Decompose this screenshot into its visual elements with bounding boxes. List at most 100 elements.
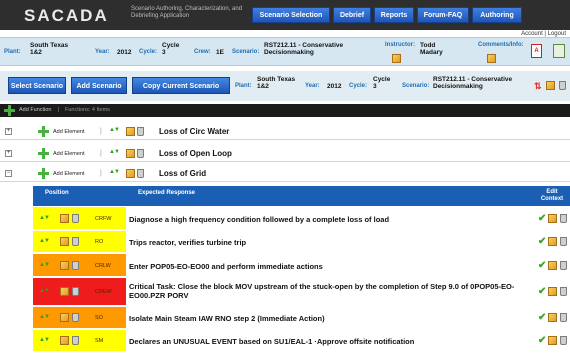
nav-debrief[interactable]: Debrief (333, 7, 371, 23)
edit-response-pencil-icon[interactable] (60, 336, 69, 345)
function-toolbar: Add Function | Functions: 4 Items (0, 104, 570, 117)
check-icon[interactable]: ✔ (538, 312, 546, 323)
move-up-down-arrows-icon[interactable]: ▲▼ (39, 314, 50, 320)
delete-response-trash-icon[interactable] (72, 287, 79, 296)
move-up-down-arrows-icon[interactable]: ▲▼ (109, 127, 120, 133)
response-row[interactable]: ▲▼ CREW Critical Task: Close the block MOV… (33, 278, 570, 306)
edit-comments-pencil-icon[interactable] (487, 54, 496, 63)
function-row[interactable]: + Add Element | ▲▼ Loss of Open Loop (0, 146, 570, 162)
delete-function-trash-icon[interactable] (137, 149, 144, 158)
response-row[interactable]: ▲▼ RO Trips reactor, verifies turbine trip… (33, 231, 570, 253)
add-element-plus-icon[interactable] (38, 126, 49, 137)
year-label-2: Year: (305, 83, 320, 89)
position-code: RO (95, 239, 104, 245)
move-up-down-arrows-icon[interactable]: ▲▼ (39, 215, 50, 221)
delete-function-trash-icon[interactable] (137, 169, 144, 178)
crew-value: 1E (216, 49, 224, 56)
nav-authoring[interactable]: Authoring (472, 7, 522, 23)
delete-context-trash-icon[interactable] (560, 336, 567, 345)
expected-response-text: Trips reactor, verifies turbine trip (129, 238, 247, 247)
pdf-icon[interactable]: A (531, 44, 542, 58)
edit-response-pencil-icon[interactable] (60, 313, 69, 322)
move-up-down-arrows-icon[interactable]: ▲▼ (109, 169, 120, 175)
add-element-plus-icon[interactable] (38, 148, 49, 159)
position-cell: ▲▼ RO (33, 231, 126, 252)
delete-context-trash-icon[interactable] (560, 237, 567, 246)
collapse-toggle[interactable]: − (5, 170, 12, 177)
edit-context-pencil-icon[interactable] (548, 214, 557, 223)
reorder-arrows-icon[interactable]: ⇅ (534, 81, 542, 92)
delete-response-trash-icon[interactable] (72, 336, 79, 345)
response-row[interactable]: ▲▼ SO Isolate Main Steam IAW RNO step 2 (I… (33, 307, 570, 329)
move-up-down-arrows-icon[interactable]: ▲▼ (39, 262, 50, 268)
delete-response-trash-icon[interactable] (72, 261, 79, 270)
expand-toggle[interactable]: + (5, 150, 12, 157)
spreadsheet-icon[interactable] (553, 44, 565, 58)
response-row[interactable]: ▲▼ CRFW Diagnose a high frequency conditio… (33, 207, 570, 230)
add-element-link[interactable]: Add Element (53, 129, 85, 135)
edit-context-column-header: Edit Context (540, 189, 564, 202)
move-up-down-arrows-icon[interactable]: ▲▼ (109, 149, 120, 155)
function-title: Loss of Circ Water (159, 127, 230, 136)
response-table-header: Position Expected Response Edit Context (33, 186, 570, 206)
add-function-link[interactable]: Add Function (19, 107, 51, 113)
delete-context-trash-icon[interactable] (560, 261, 567, 270)
scenario-value-2: RST212.11 - Conservative Decisionmaking (433, 76, 513, 90)
edit-instructor-pencil-icon[interactable] (392, 54, 401, 63)
edit-context-pencil-icon[interactable] (548, 237, 557, 246)
response-row[interactable]: ▲▼ CRLW Enter POP05-EO-EO00 and perform im… (33, 254, 570, 277)
app-logo: SACADA (24, 6, 109, 25)
response-row[interactable]: ▲▼ SM Declares an UNUSUAL EVENT based on S… (33, 330, 570, 352)
add-function-plus-icon[interactable] (4, 105, 15, 116)
delete-context-trash-icon[interactable] (560, 313, 567, 322)
check-icon[interactable]: ✔ (538, 335, 546, 346)
position-code: CRFW (95, 216, 112, 222)
check-icon[interactable]: ✔ (538, 286, 546, 297)
move-up-down-arrows-icon[interactable]: ▲▼ (39, 238, 50, 244)
delete-scenario-trash-icon[interactable] (559, 81, 566, 90)
nav-scenario-selection[interactable]: Scenario Selection (252, 7, 330, 23)
position-column-header: Position (45, 190, 69, 196)
add-element-link[interactable]: Add Element (53, 171, 85, 177)
edit-function-pencil-icon[interactable] (126, 149, 135, 158)
edit-function-pencil-icon[interactable] (126, 127, 135, 136)
check-icon[interactable]: ✔ (538, 260, 546, 271)
edit-context-pencil-icon[interactable] (548, 336, 557, 345)
delete-context-trash-icon[interactable] (560, 214, 567, 223)
separator: | (58, 107, 60, 113)
cycle-value-2: Cycle 3 (373, 76, 391, 90)
check-icon[interactable]: ✔ (538, 213, 546, 224)
plant-value: South Texas 1&2 (30, 42, 69, 56)
expand-toggle[interactable]: + (5, 128, 12, 135)
move-up-down-arrows-icon[interactable]: ▲▼ (39, 337, 50, 343)
edit-context-pencil-icon[interactable] (548, 287, 557, 296)
delete-function-trash-icon[interactable] (137, 127, 144, 136)
edit-response-pencil-icon[interactable] (60, 261, 69, 270)
top-header: SACADA Scenario Authoring, Characterizat… (0, 0, 570, 30)
add-scenario-button[interactable]: Add Scenario (71, 77, 127, 94)
year-value: 2012 (117, 49, 132, 56)
delete-response-trash-icon[interactable] (72, 313, 79, 322)
separator: | (100, 128, 102, 135)
instructor-label: Instructor: (385, 42, 415, 48)
delete-response-trash-icon[interactable] (72, 214, 79, 223)
edit-response-pencil-icon[interactable] (60, 214, 69, 223)
delete-context-trash-icon[interactable] (560, 287, 567, 296)
edit-function-pencil-icon[interactable] (126, 169, 135, 178)
edit-context-pencil-icon[interactable] (548, 261, 557, 270)
nav-forum-faq[interactable]: Forum-FAQ (417, 7, 469, 23)
edit-scenario-pencil-icon[interactable] (546, 81, 555, 90)
function-row[interactable]: + Add Element | ▲▼ Loss of Circ Water (0, 124, 570, 140)
copy-current-scenario-button[interactable]: Copy Current Scenario (132, 77, 230, 94)
edit-response-pencil-icon[interactable] (60, 287, 69, 296)
delete-response-trash-icon[interactable] (72, 237, 79, 246)
nav-reports[interactable]: Reports (374, 7, 414, 23)
add-element-link[interactable]: Add Element (53, 151, 85, 157)
edit-response-pencil-icon[interactable] (60, 237, 69, 246)
select-scenario-button[interactable]: Select Scenario (8, 77, 66, 94)
add-element-plus-icon[interactable] (38, 168, 49, 179)
check-icon[interactable]: ✔ (538, 236, 546, 247)
move-up-down-arrows-icon[interactable]: ▲▼ (39, 288, 50, 294)
edit-context-pencil-icon[interactable] (548, 313, 557, 322)
function-row[interactable]: − Add Element | ▲▼ Loss of Grid (0, 166, 570, 182)
